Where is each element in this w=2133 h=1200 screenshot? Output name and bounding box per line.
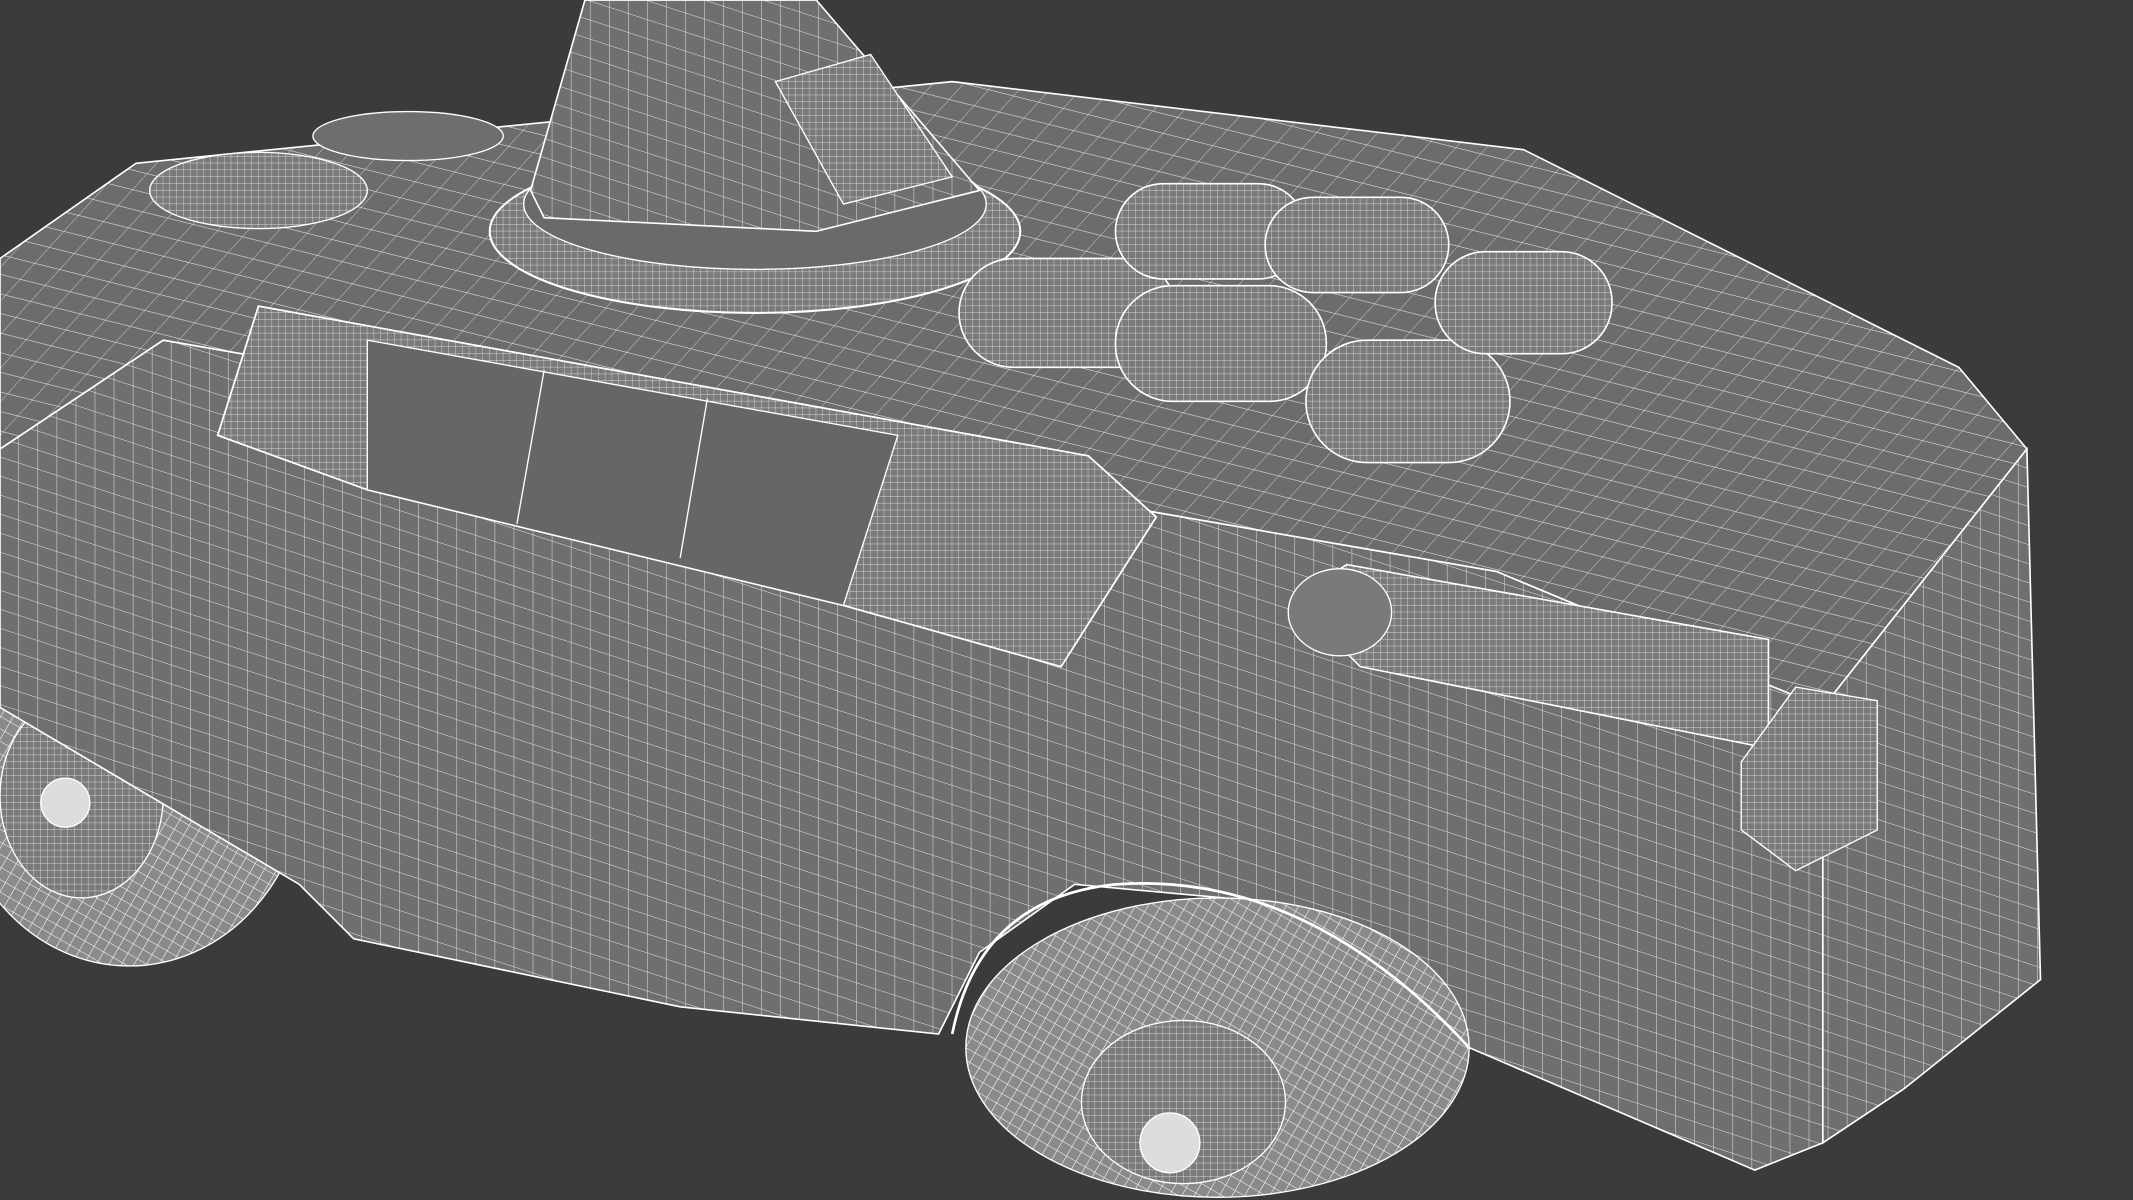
wheel-hub — [40, 777, 91, 828]
hatch-left — [148, 151, 368, 230]
wireframe-render-viewport — [0, 0, 2133, 1200]
wheel-front — [965, 897, 1470, 1198]
wheel-hub — [1139, 1112, 1201, 1174]
hatch-left-rim — [312, 110, 505, 162]
